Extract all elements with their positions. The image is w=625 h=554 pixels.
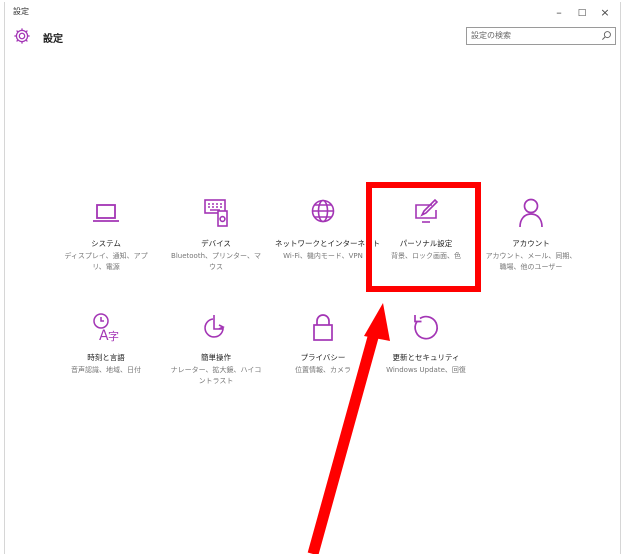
tile-label: ネットワークとインターネット: [275, 239, 380, 248]
search-input[interactable]: [471, 29, 591, 42]
svg-text:字: 字: [108, 329, 119, 343]
page-title: 設定: [43, 34, 63, 45]
ease-of-access-icon: [204, 315, 225, 338]
tile-description: Bluetooth、プリンター、マウス: [171, 252, 261, 271]
tile-network[interactable]: ネットワークとインターネット Wi-Fi、機内モード、VPN: [275, 196, 380, 262]
tile-label: 更新とセキュリティ: [392, 353, 460, 362]
tile-devices[interactable]: デバイス Bluetooth、プリンター、マウス: [168, 196, 264, 273]
title-bar: 設定 – □ ×: [5, 2, 620, 24]
tile-system[interactable]: システム ディスプレイ、通知、アプリ、電源: [58, 196, 154, 273]
close-button[interactable]: ×: [594, 4, 616, 22]
tile-time-language[interactable]: A 字 時刻と言語 音声認識、地域、日付: [58, 310, 154, 376]
tile-description: Windows Update、回復: [386, 366, 466, 374]
tile-accounts[interactable]: アカウント アカウント、メール、同期、職場、他のユーザー: [483, 196, 579, 273]
tile-ease-of-access[interactable]: 簡単操作 ナレーター、拡大鏡、ハイコントラスト: [168, 310, 264, 387]
tile-description: Wi-Fi、機内モード、VPN: [283, 252, 363, 260]
time-language-icon: A 字: [93, 313, 119, 344]
tile-label: デバイス: [201, 239, 231, 248]
tile-label: 簡単操作: [201, 353, 231, 362]
update-icon: [414, 315, 438, 340]
search-icon[interactable]: [601, 30, 612, 41]
minimize-button[interactable]: –: [548, 4, 570, 22]
laptop-icon: [93, 204, 119, 222]
tile-label: 時刻と言語: [87, 353, 125, 362]
window-title: 設定: [13, 7, 29, 16]
annotation-highlight-box: [366, 182, 481, 292]
tile-description: 位置情報、カメラ: [295, 366, 351, 374]
lock-icon: [313, 314, 333, 341]
tile-description: ディスプレイ、通知、アプリ、電源: [64, 252, 148, 271]
tile-privacy[interactable]: プライバシー 位置情報、カメラ: [275, 310, 371, 376]
devices-icon: [204, 199, 228, 227]
settings-window: 設定 – □ × 設定 システム ディスプレイ、通知、アプリ: [4, 2, 621, 554]
tile-description: ナレーター、拡大鏡、ハイコントラスト: [170, 366, 262, 385]
tile-label: システム: [91, 239, 121, 248]
tile-update-security[interactable]: 更新とセキュリティ Windows Update、回復: [378, 310, 474, 376]
gear-icon: [14, 28, 30, 44]
search-box[interactable]: [466, 27, 616, 45]
tile-description: アカウント、メール、同期、職場、他のユーザー: [485, 252, 577, 271]
maximize-button[interactable]: □: [571, 4, 593, 22]
tile-label: アカウント: [512, 239, 550, 248]
tile-label: プライバシー: [300, 353, 346, 362]
tile-description: 音声認識、地域、日付: [71, 366, 141, 374]
globe-icon: [311, 199, 335, 223]
person-icon: [519, 198, 543, 228]
